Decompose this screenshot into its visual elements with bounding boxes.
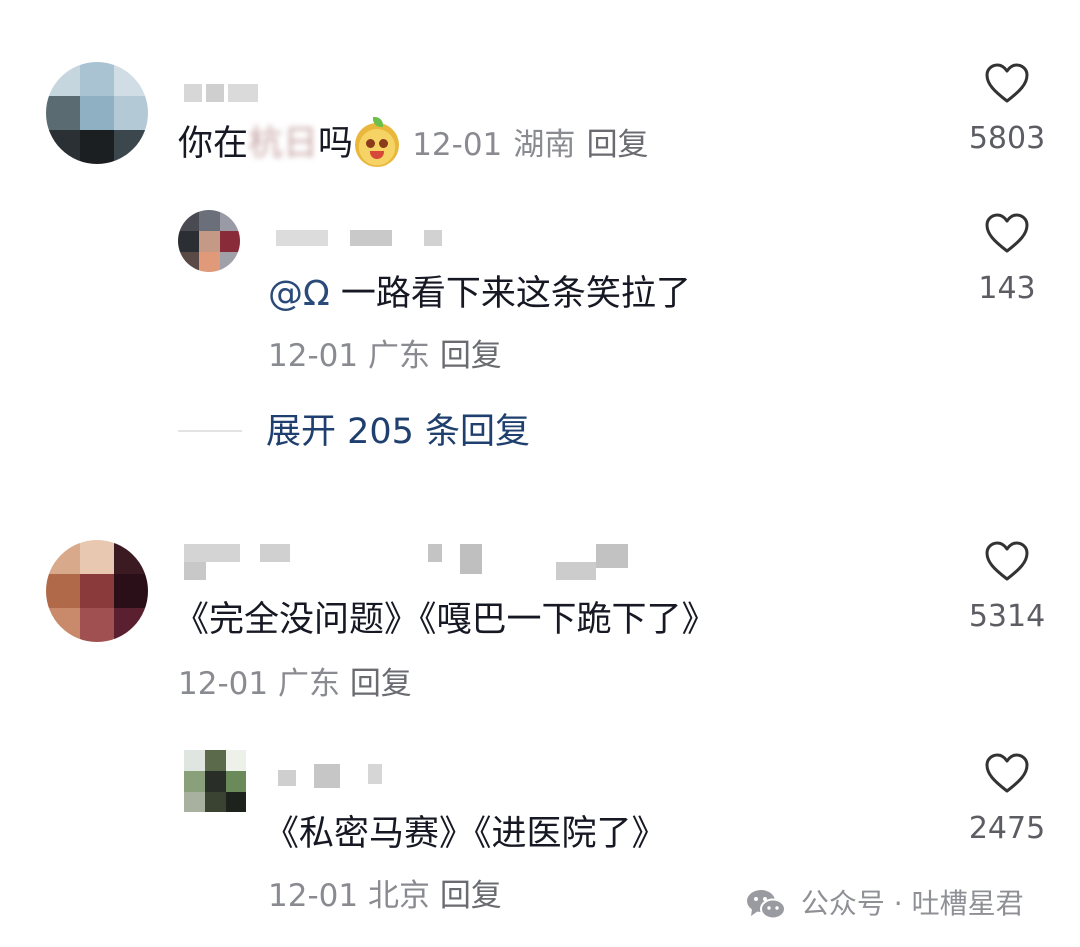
username[interactable] xyxy=(184,544,634,584)
reply-meta: 12-01 广东 回复 xyxy=(268,336,502,376)
reply-item: @Ω 一路看下来这条笑拉了 12-01 广东 回复 143 xyxy=(0,200,1080,390)
reply-text-body: 一路看下来这条笑拉了 xyxy=(329,274,691,314)
comment-date: 12-01 xyxy=(178,666,269,702)
like-button[interactable]: 5314 xyxy=(957,540,1057,636)
username[interactable] xyxy=(278,764,388,788)
comment-location: 湖南 xyxy=(513,127,576,163)
avatar[interactable] xyxy=(46,62,148,164)
wechat-icon xyxy=(747,890,786,920)
reply-text: 《私密马赛》《进医院了》 xyxy=(264,814,667,854)
mention-link[interactable]: @Ω xyxy=(268,274,330,314)
heart-icon xyxy=(985,213,1029,253)
username[interactable] xyxy=(184,84,260,106)
like-count: 143 xyxy=(978,271,1036,306)
comment-text-prefix: 你在 xyxy=(178,124,249,164)
expand-replies-button[interactable]: 展开 205 条回复 xyxy=(266,410,530,454)
comment-location: 广东 xyxy=(277,666,340,702)
avatar[interactable] xyxy=(178,210,240,272)
reply-button[interactable]: 回复 xyxy=(440,878,502,914)
comment-meta: 12-01 广东 回复 xyxy=(178,664,412,704)
username[interactable] xyxy=(276,230,446,248)
heart-icon xyxy=(985,753,1029,793)
smiling-mascot-emoji-icon xyxy=(355,117,400,167)
like-count: 5803 xyxy=(968,121,1046,156)
watermark: 公众号 · 吐槽星君 xyxy=(746,886,1024,922)
comment-date: 12-01 xyxy=(412,127,503,163)
heart-icon xyxy=(985,63,1029,103)
reply-date: 12-01 xyxy=(268,878,359,914)
reply-button[interactable]: 回复 xyxy=(587,127,649,163)
comment-text: 《完全没问题》《嘎巴一下跪下了》 xyxy=(174,600,717,640)
reply-location: 北京 xyxy=(367,878,430,914)
comment-text-blurred: 杭日 xyxy=(248,124,319,164)
watermark-text: 公众号 · 吐槽星君 xyxy=(800,887,1024,920)
like-count: 5314 xyxy=(968,599,1046,634)
like-button[interactable]: 2475 xyxy=(957,752,1057,848)
reply-button[interactable]: 回复 xyxy=(350,666,412,702)
comment-item: 《完全没问题》《嘎巴一下跪下了》 12-01 广东 回复 5314 《私密马赛》… xyxy=(0,520,1080,920)
avatar[interactable] xyxy=(184,750,246,812)
heart-icon xyxy=(985,541,1029,581)
expand-divider xyxy=(178,430,242,432)
comment-text: 你在杭日吗 12-01 湖南 回复 xyxy=(178,117,649,167)
comment-item: 你在杭日吗 12-01 湖南 回复 5803 @Ω 一路看下来这条笑拉了 12-… xyxy=(0,0,1080,470)
like-count: 2475 xyxy=(968,811,1046,846)
reply-meta: 12-01 北京 回复 xyxy=(268,876,502,916)
reply-button[interactable]: 回复 xyxy=(440,338,502,374)
reply-location: 广东 xyxy=(367,338,430,374)
comment-text-suffix: 吗 xyxy=(318,124,354,164)
avatar[interactable] xyxy=(46,540,148,642)
reply-text: @Ω 一路看下来这条笑拉了 xyxy=(268,272,691,316)
like-button[interactable]: 143 xyxy=(957,212,1057,308)
like-button[interactable]: 5803 xyxy=(957,62,1057,158)
reply-date: 12-01 xyxy=(268,338,359,374)
